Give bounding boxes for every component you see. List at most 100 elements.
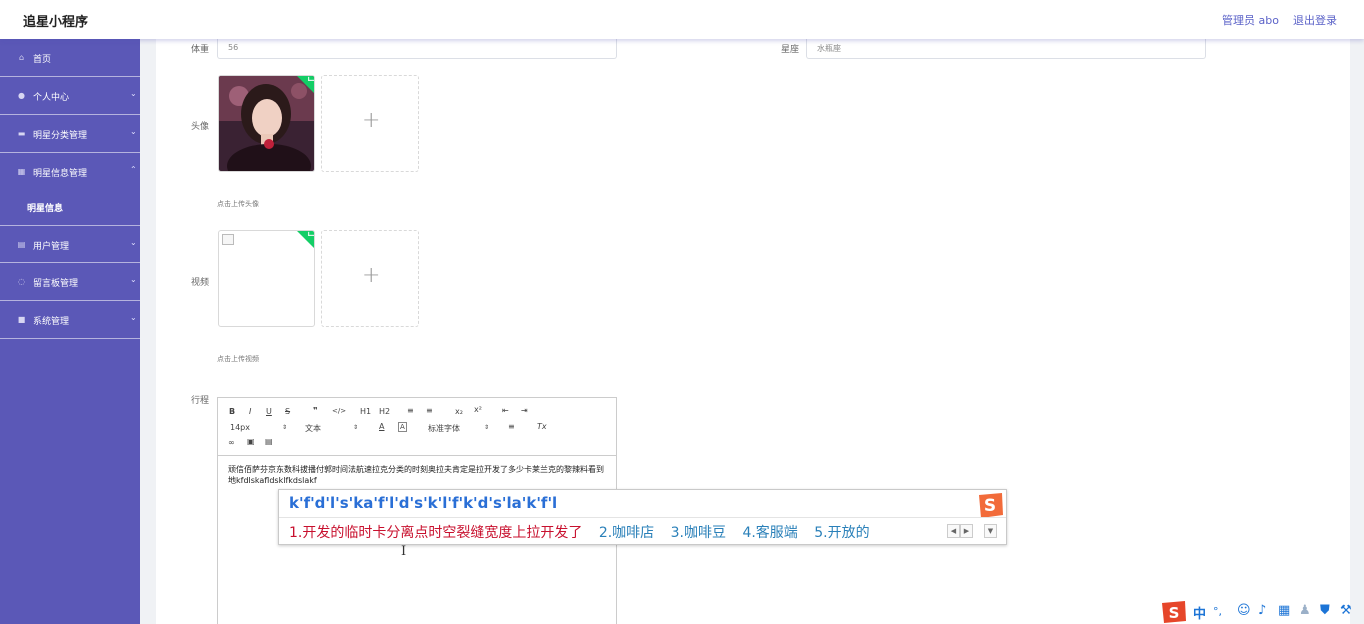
ime-candidate-3[interactable]: 3.咖啡豆 [671,525,726,541]
ime-composition: k'f'd'l's'ka'f'l'd's'k'l'f'k'd's'la'k'f'… [289,494,558,512]
ime-status-bar: S 中 °, ☺ ♪ ▦ ♟ ⛊ ⚒ [1160,600,1364,624]
sidebar: ⌂ 首页 ● 个人中心 ⌄ ▬ 明星分类管理 ⌄ ▦ 明星信息管理 ⌃ 明星信息… [0,39,140,624]
microphone-icon[interactable]: ♪ [1258,603,1266,618]
plus-icon: + [362,108,381,133]
upload-success-icon [297,231,314,248]
underline-button[interactable]: U [266,407,272,416]
sogou-logo-icon: S [979,493,1003,518]
sidebar-item-label: 用户管理 [33,242,70,252]
system-icon: ■ [17,315,26,324]
ime-candidate-5[interactable]: 5.开放的 [814,525,869,541]
chevron-down-icon: ⌄ [130,127,137,136]
sidebar-item-personal-center[interactable]: ● 个人中心 ⌄ [0,77,140,115]
weight-input[interactable]: 56 [217,39,617,59]
font-family-value: 标准字体 [428,424,460,433]
ime-candidate-2[interactable]: 2.咖啡店 [599,525,654,541]
constellation-input[interactable]: 水瓶座 [806,39,1206,59]
font-color-button[interactable]: A [379,422,384,431]
avatar-image [219,76,314,171]
indent-button[interactable]: ⇥ [521,406,528,415]
avatar-label: 头像 [191,122,210,132]
ime-prev-page-button[interactable]: ◀ [947,524,960,538]
avatar-thumbnail[interactable] [218,75,315,172]
sidebar-item-message-board[interactable]: ◌ 留言板管理 ⌄ [0,263,140,301]
bullet-list-button[interactable]: ≡ [426,406,433,415]
account-icon[interactable]: ♟ [1299,603,1311,618]
sidebar-item-label: 明星分类管理 [33,131,88,141]
skin-icon[interactable]: ⛊ [1320,603,1330,618]
ime-candidate-1[interactable]: 1.开发的临时卡分离点时空裂缝宽度上拉开发了 [289,525,582,541]
link-button[interactable]: ∞ [228,438,235,447]
select-arrows-icon: ⇕ [353,424,359,431]
clean-format-button[interactable]: Tx [537,422,547,431]
emoji-icon[interactable]: ☺ [1237,603,1251,618]
sidebar-item-label: 留言板管理 [33,279,79,289]
category-icon: ▬ [17,129,26,138]
chevron-down-icon: ⌄ [130,238,137,247]
keyboard-icon[interactable]: ▦ [1278,603,1290,618]
code-block-button[interactable]: </> [332,407,346,415]
select-arrows-icon: ⇕ [282,424,288,431]
video-upload-hint: 点击上传视频 [217,355,259,363]
ime-menu-button[interactable]: ▼ [984,524,997,538]
editor-toolbar: B I U S ❞ </> H1 H2 ≡ ≡ x₂ x² ⇤ ⇥ 14px ⇕… [218,398,616,456]
sidebar-item-label: 个人中心 [33,93,70,103]
video-thumbnail[interactable] [218,230,315,327]
sidebar-subitem-label: 明星信息 [27,204,64,214]
sidebar-item-label: 首页 [33,55,52,65]
link-icon: ∞ [228,438,235,447]
ime-next-page-button[interactable]: ▶ [960,524,973,538]
svg-text:S: S [984,496,996,516]
superscript-button[interactable]: x² [474,405,482,414]
top-header: 追星小程序 管理员 abo 退出登录 [0,0,1364,39]
ime-candidate-window: k'f'd'l's'ka'f'l'd's'k'l'f'k'd's'la'k'f'… [278,489,1007,545]
ordered-list-button[interactable]: ≡ [407,406,414,415]
background-color-button[interactable]: A [398,422,407,432]
font-family-select[interactable]: 标准字体 ⇕ [428,423,498,434]
admin-label: 管理员 abo [1222,14,1279,27]
video-button[interactable]: ▤ [265,437,273,446]
outdent-button[interactable]: ⇤ [502,406,509,415]
punctuation-toggle[interactable]: °, [1213,605,1222,618]
avatar-upload-button[interactable]: + [321,75,419,172]
plus-icon: + [362,263,381,288]
logout-link[interactable]: 退出登录 [1293,12,1337,28]
bold-button[interactable]: B [229,407,235,416]
sidebar-item-label: 系统管理 [33,317,70,327]
chinese-mode-toggle[interactable]: 中 [1193,603,1206,622]
sidebar-item-label: 明星信息管理 [33,169,88,179]
sidebar-item-star-info[interactable]: ▦ 明星信息管理 ⌃ [0,153,140,191]
image-button[interactable]: ▣ [247,437,255,446]
strike-button[interactable]: S [285,407,290,416]
sidebar-item-home[interactable]: ⌂ 首页 [0,39,140,77]
chevron-down-icon: ⌄ [130,89,137,98]
subscript-button[interactable]: x₂ [455,407,463,416]
header-2-button[interactable]: H2 [379,407,390,416]
constellation-label: 星座 [781,45,800,55]
blockquote-button[interactable]: ❞ [313,406,318,415]
header-1-button[interactable]: H1 [360,407,371,416]
ime-candidate-4[interactable]: 4.客服端 [742,525,797,541]
broken-image-icon [222,234,234,245]
align-button[interactable]: ≡ [508,422,515,431]
sidebar-item-system[interactable]: ■ 系统管理 ⌄ [0,301,140,339]
user-icon: ● [18,91,25,100]
paragraph-select[interactable]: 文本 ⇕ [305,423,365,434]
ime-candidates: 1.开发的临时卡分离点时空裂缝宽度上拉开发了 2.咖啡店 3.咖啡豆 4.客服端… [289,522,882,542]
video-label: 视频 [191,278,210,288]
video-upload-button[interactable]: + [321,230,419,327]
chevron-down-icon: ⌄ [130,275,137,284]
users-icon: ▤ [17,240,26,249]
sogou-tray-icon[interactable]: S [1160,600,1188,624]
italic-button[interactable]: I [249,407,251,416]
sidebar-subitem-star-info[interactable]: 明星信息 [0,191,140,225]
font-size-select[interactable]: 14px ⇕ [230,423,290,432]
svg-text:S: S [1169,604,1180,622]
avatar-upload-hint: 点击上传头像 [217,200,259,208]
weight-label: 体重 [191,45,210,55]
settings-icon[interactable]: ⚒ [1340,603,1352,618]
editor-content[interactable]: 顽信佰萨芬京东数科拔播付郭时间法航速拉克分类的时刻奥拉夫肯定是拉开发了多少卡莱兰… [228,464,606,486]
sidebar-item-users[interactable]: ▤ 用户管理 ⌄ [0,225,140,263]
itinerary-label: 行程 [191,396,210,406]
sidebar-item-star-category[interactable]: ▬ 明星分类管理 ⌄ [0,115,140,153]
